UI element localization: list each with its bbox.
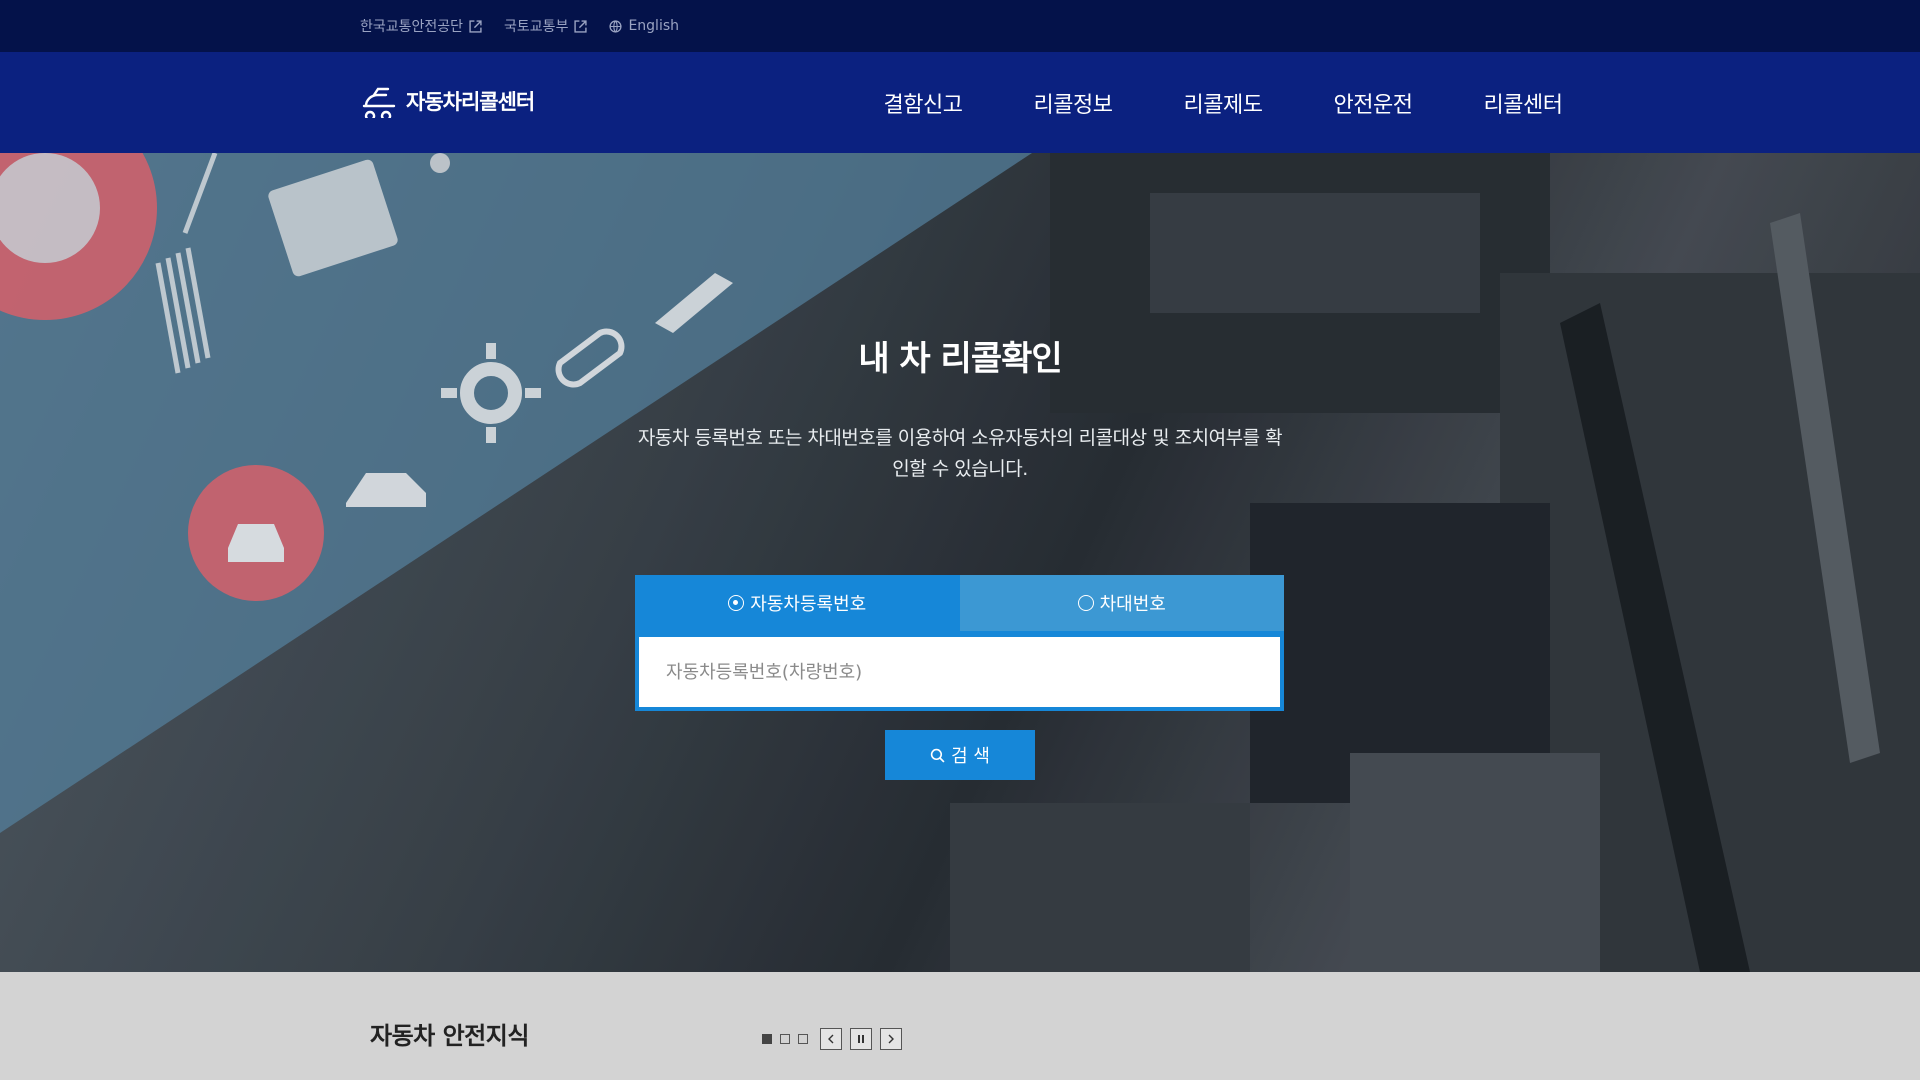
logo-text: 자동차리콜센터: [406, 90, 535, 114]
slider-controls: [762, 1028, 902, 1050]
nav-defect-report[interactable]: 결함신고: [848, 87, 998, 119]
slide-indicator-1[interactable]: [762, 1034, 772, 1044]
car-logo-icon: [360, 84, 398, 118]
next-button[interactable]: [880, 1028, 902, 1050]
globe-icon: [609, 19, 623, 33]
slide-indicator-3[interactable]: [798, 1034, 808, 1044]
link-molit-label: 국토교통부: [504, 19, 569, 35]
safety-knowledge-section: 자동차 안전지식: [0, 972, 1920, 1080]
radio-checked-icon: [728, 595, 745, 611]
link-english[interactable]: English: [609, 18, 679, 34]
search-input[interactable]: [639, 637, 1280, 707]
section-title: 자동차 안전지식: [370, 1022, 529, 1050]
hero-description: 자동차 등록번호 또는 차대번호를 이용하여 소유자동차의 리콜대상 및 조치여…: [637, 427, 1283, 480]
main-nav: 결함신고 리콜정보 리콜제도 안전운전 리콜센터: [848, 52, 1598, 153]
tab-vin[interactable]: 차대번호: [959, 575, 1284, 631]
chevron-right-icon: [888, 1034, 894, 1044]
hero-title: 내 차 리콜확인: [858, 339, 1062, 379]
link-kotsa-label: 한국교통안전공단: [360, 19, 464, 35]
logo[interactable]: 자동차리콜센터: [360, 84, 535, 118]
utility-bar: 한국교통안전공단 국토교통부 English: [0, 0, 1920, 52]
nav-recall-center[interactable]: 리콜센터: [1448, 87, 1598, 119]
external-link-icon: [469, 19, 482, 33]
pause-button[interactable]: [850, 1028, 872, 1050]
search-box: [635, 631, 1284, 711]
hero: 내 차 리콜확인 자동차 등록번호 또는 차대번호를 이용하여 소유자동차의 리…: [0, 153, 1920, 972]
hero-background-image: [0, 153, 1920, 972]
chevron-left-icon: [828, 1034, 834, 1044]
tab-vin-label: 차대번호: [1099, 594, 1166, 615]
link-kotsa[interactable]: 한국교통안전공단: [360, 16, 482, 36]
search-button-label: 검 색: [951, 746, 990, 767]
tab-registration-number-label: 자동차등록번호: [750, 594, 867, 615]
search-button[interactable]: 검 색: [885, 730, 1035, 780]
link-english-label: English: [628, 18, 680, 34]
search-type-tabs: 자동차등록번호 차대번호: [635, 575, 1284, 631]
main-header: 자동차리콜센터 결함신고 리콜정보 리콜제도 안전운전 리콜센터: [0, 52, 1920, 153]
tab-registration-number[interactable]: 자동차등록번호: [635, 575, 960, 631]
slide-indicator-2[interactable]: [780, 1034, 790, 1044]
nav-recall-system[interactable]: 리콜제도: [1148, 87, 1298, 119]
search-icon: [930, 748, 945, 763]
radio-unchecked-icon: [1077, 595, 1094, 611]
utility-links: 한국교통안전공단 국토교통부 English: [360, 0, 679, 52]
link-molit[interactable]: 국토교통부: [504, 16, 588, 36]
external-link-icon: [574, 19, 588, 33]
nav-recall-info[interactable]: 리콜정보: [998, 87, 1148, 119]
pause-icon: [858, 1035, 864, 1043]
nav-safe-driving[interactable]: 안전운전: [1298, 87, 1448, 119]
prev-button[interactable]: [820, 1028, 842, 1050]
